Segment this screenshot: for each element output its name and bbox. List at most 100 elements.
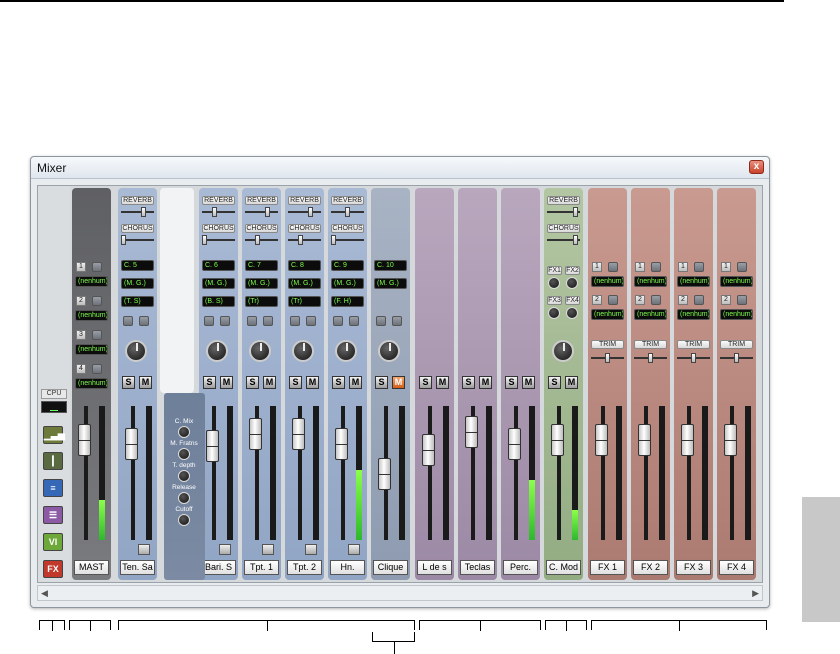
pan-knob[interactable]: [335, 340, 357, 362]
fx-send-select[interactable]: (nenhum): [720, 276, 753, 287]
gear-icon[interactable]: [694, 295, 704, 305]
navigate-icon[interactable]: [305, 544, 317, 555]
fx-send-knob[interactable]: [548, 277, 560, 289]
instrument-select[interactable]: (Tr): [245, 296, 278, 307]
speaker-icon[interactable]: [247, 316, 257, 326]
navigate-icon[interactable]: [262, 544, 274, 555]
gear-icon[interactable]: [92, 296, 102, 306]
pan-knob[interactable]: [125, 340, 147, 362]
mute-button[interactable]: M: [139, 376, 152, 389]
fx-send-select[interactable]: (nenhum): [634, 276, 667, 287]
midi-channel-select[interactable]: C. 7: [245, 260, 278, 271]
fader-handle[interactable]: [422, 434, 435, 466]
master-send-select[interactable]: (nenhum): [75, 344, 108, 355]
gear-icon[interactable]: [220, 316, 230, 326]
solo-button[interactable]: S: [462, 376, 475, 389]
fx-send-number[interactable]: 2: [721, 295, 731, 305]
device-select[interactable]: (M. G.): [202, 278, 235, 289]
pan-knob[interactable]: [552, 340, 574, 362]
title-bar[interactable]: Mixer x: [31, 157, 769, 179]
synth-param-knob[interactable]: [178, 492, 190, 504]
synth-param-knob[interactable]: [178, 448, 190, 460]
pan-knob[interactable]: [292, 340, 314, 362]
master-send-number[interactable]: 3: [76, 330, 86, 340]
navigate-icon[interactable]: [219, 544, 231, 555]
device-select[interactable]: (M. G.): [331, 278, 364, 289]
fx-send-select[interactable]: (nenhum): [634, 309, 667, 320]
speaker-icon[interactable]: [290, 316, 300, 326]
gear-icon[interactable]: [651, 295, 661, 305]
chorus-slider[interactable]: [547, 235, 580, 245]
gear-icon[interactable]: [349, 316, 359, 326]
fx-send-number[interactable]: 1: [635, 262, 645, 272]
fader-handle[interactable]: [292, 418, 305, 450]
fx-send-select[interactable]: (nenhum): [591, 309, 624, 320]
chorus-slider[interactable]: [121, 235, 154, 245]
reverb-slider[interactable]: [331, 207, 364, 217]
fx-send-number[interactable]: 2: [678, 295, 688, 305]
master-send-select[interactable]: (nenhum): [75, 378, 108, 389]
device-select[interactable]: (M. G.): [288, 278, 321, 289]
instrument-select[interactable]: (Tr): [288, 296, 321, 307]
mute-button[interactable]: M: [263, 376, 276, 389]
metronome-icon[interactable]: [376, 316, 386, 326]
fx-send-number[interactable]: 1: [592, 262, 602, 272]
fx-icon[interactable]: FX: [43, 560, 63, 578]
gear-icon[interactable]: [139, 316, 149, 326]
device-select[interactable]: (M. G.): [121, 278, 154, 289]
solo-button[interactable]: S: [505, 376, 518, 389]
chorus-slider[interactable]: [245, 235, 278, 245]
fx-send-knob[interactable]: [548, 307, 560, 319]
mute-button[interactable]: M: [349, 376, 362, 389]
gear-icon[interactable]: [92, 364, 102, 374]
instrument-select[interactable]: (B. S): [202, 296, 235, 307]
meter-bars-icon[interactable]: ▁▃▅: [43, 426, 65, 444]
trim-slider[interactable]: [591, 353, 624, 363]
master-send-number[interactable]: 4: [76, 364, 86, 374]
gear-icon[interactable]: [392, 316, 402, 326]
mute-button[interactable]: M: [522, 376, 535, 389]
gear-icon[interactable]: [737, 295, 747, 305]
trim-slider[interactable]: [634, 353, 667, 363]
solo-button[interactable]: S: [332, 376, 345, 389]
solo-button[interactable]: S: [289, 376, 302, 389]
fader-handle[interactable]: [125, 428, 138, 460]
gear-icon[interactable]: [694, 262, 704, 272]
track-list-icon[interactable]: ☰: [43, 506, 63, 524]
mute-button[interactable]: M: [220, 376, 233, 389]
vi-icon[interactable]: VI: [43, 533, 63, 551]
master-send-select[interactable]: (nenhum): [75, 276, 108, 287]
reverb-slider[interactable]: [202, 207, 235, 217]
speaker-icon[interactable]: [204, 316, 214, 326]
fader-handle[interactable]: [465, 416, 478, 448]
speaker-icon[interactable]: [333, 316, 343, 326]
midi-channel-select[interactable]: C. 10: [374, 260, 407, 271]
device-select[interactable]: (M. G.): [245, 278, 278, 289]
chorus-slider[interactable]: [288, 235, 321, 245]
fx-send-select[interactable]: (nenhum): [677, 276, 710, 287]
fx-send-number[interactable]: 1: [721, 262, 731, 272]
fader-handle[interactable]: [378, 458, 391, 490]
mute-button[interactable]: M: [306, 376, 319, 389]
trim-slider[interactable]: [720, 353, 753, 363]
fader-handle[interactable]: [681, 424, 694, 456]
mute-button[interactable]: M: [565, 376, 578, 389]
instrument-select[interactable]: (F. H): [331, 296, 364, 307]
chorus-slider[interactable]: [202, 235, 235, 245]
speaker-icon[interactable]: [123, 316, 133, 326]
device-select[interactable]: (M. G.): [374, 278, 407, 289]
synth-param-knob[interactable]: [178, 514, 190, 526]
reverb-slider[interactable]: [547, 207, 580, 217]
scroll-right-icon[interactable]: ▶: [752, 588, 759, 599]
fx-send-select[interactable]: (nenhum): [591, 276, 624, 287]
synth-param-knob[interactable]: [178, 470, 190, 482]
navigate-icon[interactable]: [138, 544, 150, 555]
synth-param-knob[interactable]: [178, 426, 190, 438]
midi-channel-select[interactable]: C. 6: [202, 260, 235, 271]
instrument-select[interactable]: (T. S): [121, 296, 154, 307]
fader-handle[interactable]: [335, 428, 348, 460]
chorus-slider[interactable]: [331, 235, 364, 245]
fx-send-select[interactable]: (nenhum): [720, 309, 753, 320]
solo-button[interactable]: S: [203, 376, 216, 389]
fader-handle[interactable]: [249, 418, 262, 450]
